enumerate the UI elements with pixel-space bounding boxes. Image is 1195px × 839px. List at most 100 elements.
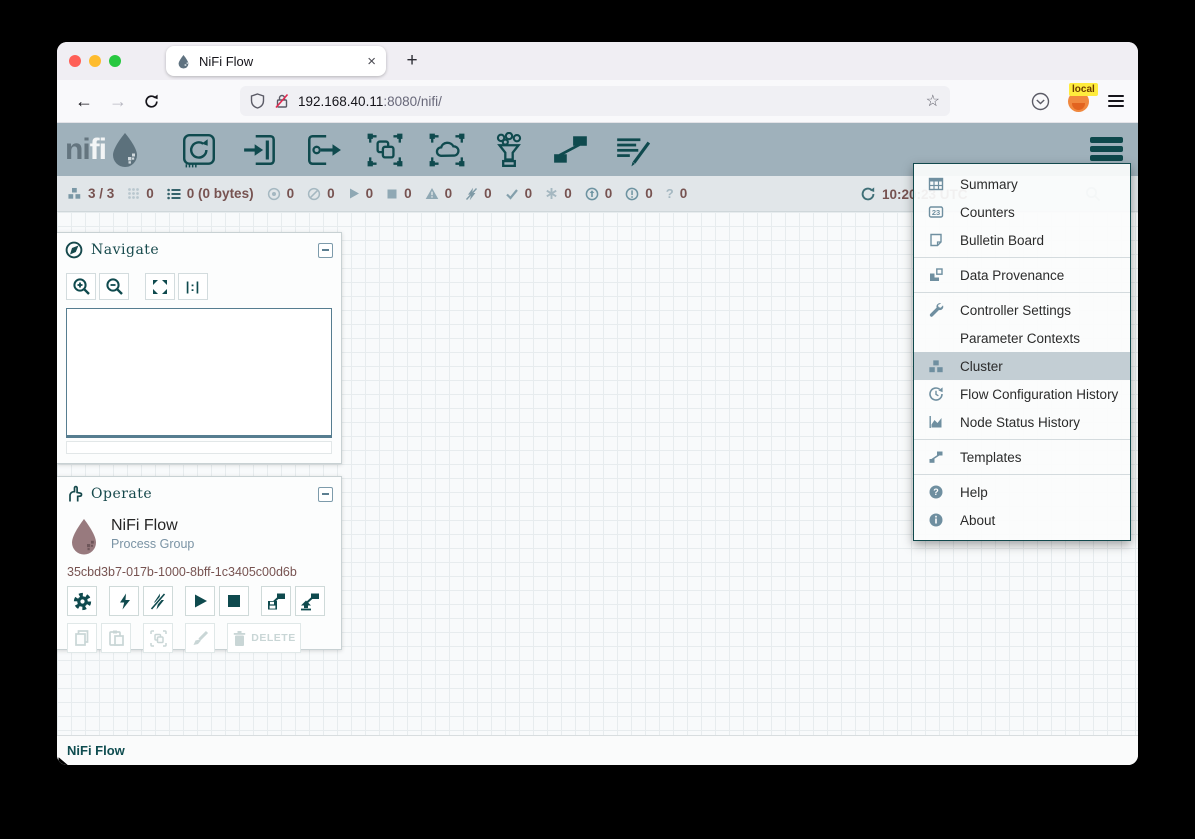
counters-icon: 23: [927, 204, 945, 220]
sync-failure-status: ? 0: [666, 186, 687, 201]
enable-button[interactable]: [109, 586, 139, 616]
close-window-button[interactable]: [69, 55, 81, 67]
operate-header[interactable]: Operate: [57, 477, 341, 511]
menu-item-node-status-history[interactable]: Node Status History: [914, 408, 1130, 436]
desktop: NiFi Flow × + ← → 192.168.40.11:8080/nif…: [0, 0, 1195, 839]
navigate-header[interactable]: Navigate: [57, 233, 341, 267]
help-icon: ?: [927, 484, 945, 500]
up-to-date-status: 0: [505, 186, 533, 201]
bookmark-star-icon[interactable]: ☆: [926, 91, 940, 111]
about-icon: [927, 512, 945, 528]
breadcrumb-bar: NiFi Flow: [57, 735, 1138, 765]
templates-icon: [927, 449, 945, 465]
configuration-button[interactable]: [67, 586, 97, 616]
disable-button[interactable]: [143, 586, 173, 616]
menu-item-counters[interactable]: 23 Counters: [914, 198, 1130, 226]
menu-label: About: [960, 513, 995, 528]
global-menu-button[interactable]: [1090, 137, 1123, 161]
tab-bar: NiFi Flow × +: [57, 42, 1138, 80]
zoom-window-button[interactable]: [109, 55, 121, 67]
logo-fi: fi: [90, 133, 106, 167]
running-status: 0: [348, 186, 374, 201]
flow-configuration-history-icon: [927, 386, 945, 402]
process-group-component[interactable]: [366, 132, 404, 168]
close-tab-icon[interactable]: ×: [367, 53, 376, 70]
url-bar[interactable]: 192.168.40.11:8080/nifi/ ☆: [240, 86, 950, 116]
group-button: [143, 623, 173, 653]
minimize-window-button[interactable]: [89, 55, 101, 67]
invalid-status: 0: [425, 186, 453, 201]
component-toolbar: [180, 132, 652, 168]
locally-modified-status: 0: [545, 186, 572, 201]
paste-button: [101, 623, 131, 653]
stop-button[interactable]: [219, 586, 249, 616]
refresh-icon[interactable]: [860, 186, 876, 202]
processor-component[interactable]: [180, 132, 218, 168]
menu-item-summary[interactable]: Summary: [914, 170, 1130, 198]
create-template-button[interactable]: [261, 586, 291, 616]
delete-button: DELETE: [227, 623, 301, 653]
menu-item-flow-configuration-history[interactable]: Flow Configuration History: [914, 380, 1130, 408]
zoom-fit-button[interactable]: [145, 273, 175, 300]
locally-modified-icon: [545, 187, 558, 200]
summary-icon: [927, 176, 945, 192]
running-icon: [348, 187, 360, 200]
zoom-in-button[interactable]: [66, 273, 96, 300]
template-component[interactable]: [552, 132, 590, 168]
menu-item-about[interactable]: About: [914, 506, 1130, 534]
menu-item-templates[interactable]: Templates: [914, 443, 1130, 471]
zoom-actual-size-button[interactable]: |:|: [178, 273, 208, 300]
menu-label: Flow Configuration History: [960, 387, 1118, 402]
profile-avatar[interactable]: local: [1068, 90, 1090, 112]
menu-item-controller-settings[interactable]: Controller Settings: [914, 296, 1130, 324]
breadcrumb-root[interactable]: NiFi Flow: [67, 743, 125, 758]
logo-ni: ni: [65, 133, 90, 167]
menu-item-parameter-contexts[interactable]: Parameter Contexts: [914, 324, 1130, 352]
cluster-icon: [67, 187, 82, 200]
invalid-icon: [425, 187, 439, 200]
back-button[interactable]: ←: [75, 91, 93, 112]
flow-id: 35cbd3b7-017b-1000-8bff-1c3405c00d6b: [57, 557, 341, 579]
navigate-title: Navigate: [91, 242, 318, 258]
up-to-date-icon: [505, 188, 519, 200]
bulletin-board-icon: [927, 232, 945, 248]
zoom-out-button[interactable]: [99, 273, 129, 300]
pocket-icon[interactable]: [1031, 92, 1050, 111]
birdseye-slider[interactable]: [66, 441, 332, 454]
cluster-icon: [927, 359, 945, 374]
funnel-component[interactable]: [490, 132, 528, 168]
label-component[interactable]: [614, 132, 652, 168]
menu-label: Bulletin Board: [960, 233, 1044, 248]
menu-label: Controller Settings: [960, 303, 1071, 318]
copy-button: [67, 623, 97, 653]
menu-item-help[interactable]: ? Help: [914, 478, 1130, 506]
insecure-lock-icon[interactable]: [274, 93, 290, 109]
output-port-component[interactable]: [304, 132, 342, 168]
disabled-status: 0: [465, 186, 492, 201]
start-button[interactable]: [185, 586, 215, 616]
remote-process-group-component[interactable]: [428, 132, 466, 168]
menu-item-cluster[interactable]: Cluster: [914, 352, 1130, 380]
operate-collapse-button[interactable]: [318, 487, 333, 502]
input-port-component[interactable]: [242, 132, 280, 168]
navigate-collapse-button[interactable]: [318, 243, 333, 258]
menu-label: Summary: [960, 177, 1018, 192]
menu-item-data-provenance[interactable]: Data Provenance: [914, 261, 1130, 289]
upload-template-button[interactable]: [295, 586, 325, 616]
birdseye-view[interactable]: [66, 308, 332, 438]
reload-button[interactable]: [143, 93, 160, 110]
queued-icon: [167, 188, 181, 200]
url-path: :8080/nifi/: [383, 94, 442, 109]
browser-tab[interactable]: NiFi Flow ×: [166, 46, 386, 76]
shield-icon[interactable]: [250, 93, 265, 109]
menu-item-bulletin-board[interactable]: Bulletin Board: [914, 226, 1130, 254]
svg-text:23: 23: [932, 208, 940, 217]
url-text[interactable]: 192.168.40.11:8080/nifi/: [298, 94, 926, 109]
stale-count: 0: [605, 186, 613, 201]
locally-modified-and-stale-icon: [625, 187, 639, 201]
browser-menu-icon[interactable]: [1108, 95, 1124, 107]
nifi-logo: nifi: [65, 131, 142, 169]
new-tab-button[interactable]: +: [399, 48, 425, 74]
stopped-icon: [386, 188, 398, 200]
menu-label: Node Status History: [960, 415, 1080, 430]
